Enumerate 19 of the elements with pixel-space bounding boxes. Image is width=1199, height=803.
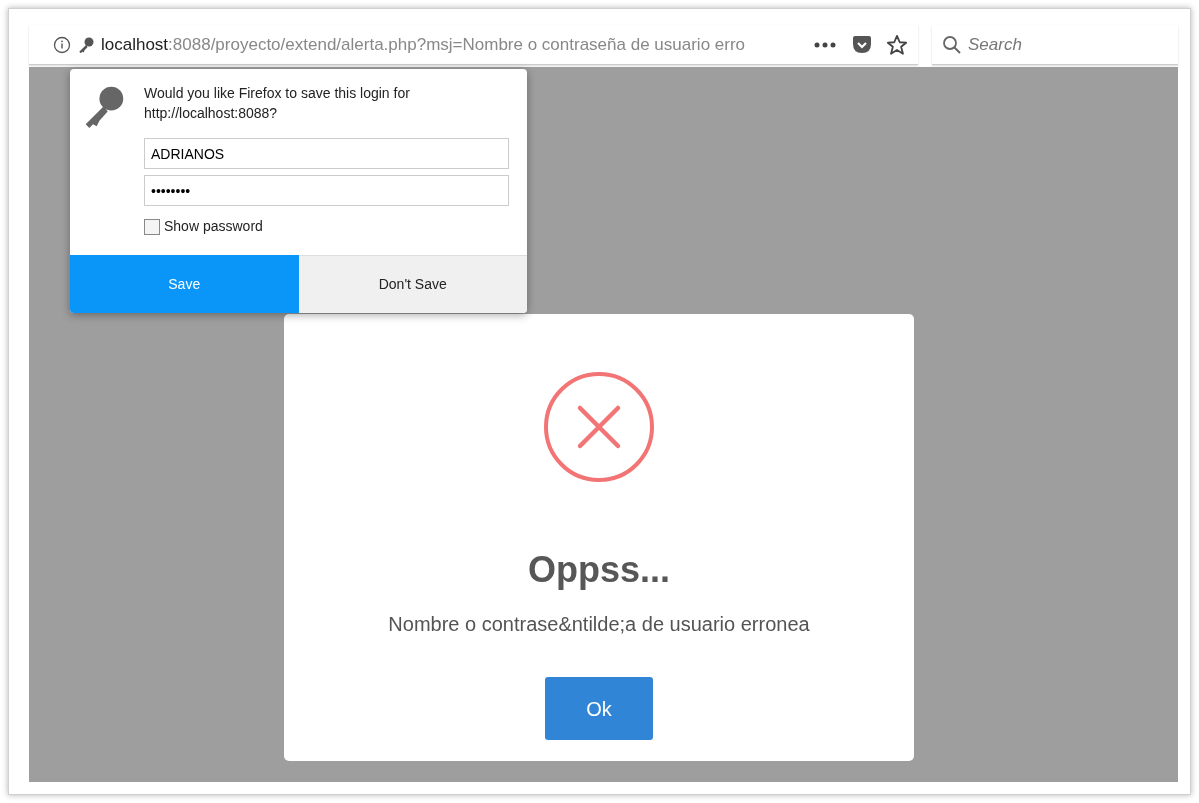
star-icon[interactable] [886,33,908,56]
password-field[interactable]: •••••••• [144,175,509,206]
alert-message: Nombre o contrase&ntilde;a de usuario erronea [388,612,810,637]
key-icon[interactable] [77,35,95,54]
dont-save-button[interactable]: Don't Save [298,255,527,313]
url-text[interactable]: localhost:8088/proyecto/extend/alerta.php?msj=Nombre o contraseña de usuario erro [101,31,808,58]
address-bar[interactable]: localhost:8088/proyecto/extend/alerta.php?msj=Nombre o contraseña de usuario erro [29,25,918,65]
show-password-checkbox[interactable] [144,218,160,235]
info-icon[interactable] [53,35,71,54]
search-icon [942,34,962,55]
more-icon[interactable] [814,41,836,48]
ok-button[interactable]: Ok [545,677,653,740]
alert-title: Oppss... [528,548,670,592]
pocket-icon[interactable] [852,34,872,55]
search-field[interactable]: Search [968,31,1168,58]
show-password-label[interactable]: Show password [164,216,263,237]
error-icon [543,371,655,483]
username-field[interactable]: ADRIANOS [144,138,509,169]
popup-message: Would you like Firefox to save this login for http://localhost:8088? [144,84,411,123]
